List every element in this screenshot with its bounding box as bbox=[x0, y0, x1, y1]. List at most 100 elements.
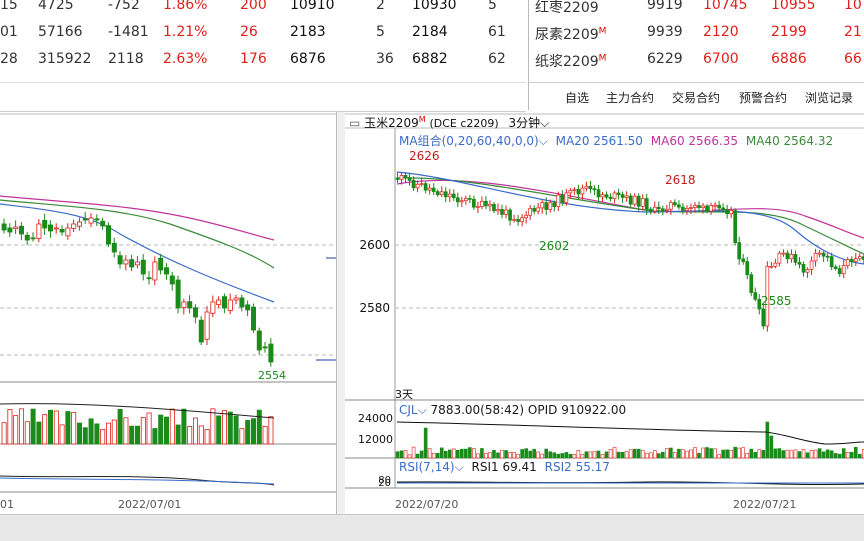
quote-cell-c0[interactable]: 28 bbox=[0, 51, 18, 67]
candle-body bbox=[782, 253, 785, 254]
candle-body bbox=[517, 219, 520, 221]
tab-trading-contract[interactable]: 交易合约 bbox=[672, 89, 720, 106]
volume-bar bbox=[416, 454, 419, 458]
quote-cell-c3[interactable]: 1.86% bbox=[163, 0, 207, 13]
y-tick-label: 24000 bbox=[358, 412, 393, 425]
quote-cell-c0[interactable]: 15 bbox=[0, 0, 18, 13]
chevron-down-icon[interactable]: ⌵ bbox=[539, 134, 548, 148]
contract-flag: M bbox=[419, 115, 426, 124]
tab-main-contract[interactable]: 主力合约 bbox=[606, 89, 654, 106]
quote-cell-v2[interactable]: 6700 bbox=[703, 51, 739, 67]
volume-bar bbox=[228, 412, 232, 444]
quote-cell-v2[interactable]: 2120 bbox=[703, 24, 739, 40]
tab-alert-contract[interactable]: 预警合约 bbox=[739, 89, 787, 106]
quote-cell-c7[interactable]: 10930 bbox=[412, 0, 457, 13]
quote-cell-c0[interactable]: 01 bbox=[0, 24, 18, 40]
candle-body bbox=[649, 209, 652, 211]
volume-bar bbox=[766, 422, 769, 458]
volume-bar bbox=[188, 426, 192, 444]
quote-cell-c5[interactable]: 6876 bbox=[290, 51, 326, 67]
chevron-down-icon[interactable]: ⌵ bbox=[455, 460, 464, 474]
candle-body bbox=[54, 228, 58, 229]
rsi-indicator-name[interactable]: RSI(7,14) bbox=[399, 460, 455, 474]
quote-cell-v1[interactable]: 6229 bbox=[647, 51, 683, 67]
volume-bar bbox=[497, 453, 500, 458]
contract-name[interactable]: 尿素2209M bbox=[535, 24, 606, 44]
volume-bar bbox=[730, 450, 733, 458]
candle-body bbox=[505, 210, 508, 214]
chevron-down-icon[interactable]: ⌵ bbox=[540, 116, 549, 130]
volume-bar bbox=[698, 453, 701, 458]
quote-cell-c6[interactable]: 2 bbox=[376, 0, 385, 13]
quote-cell-c8[interactable]: 62 bbox=[488, 51, 506, 67]
quote-cell-c4[interactable]: 176 bbox=[240, 51, 267, 67]
candle-body bbox=[549, 203, 552, 210]
quote-cell-c5[interactable]: 2183 bbox=[290, 24, 326, 40]
quote-cell-c6[interactable]: 5 bbox=[376, 24, 385, 40]
candle-body bbox=[605, 195, 608, 197]
volume-bar bbox=[408, 455, 411, 458]
quote-cell-v3[interactable]: 2199 bbox=[771, 24, 807, 40]
ma-indicator-name[interactable]: MA组合(0,20,60,40,0,0) bbox=[399, 134, 539, 148]
quote-cell-v4[interactable]: 66 bbox=[844, 51, 862, 67]
quote-cell-c4[interactable]: 26 bbox=[240, 24, 258, 40]
right-kline-chart[interactable]: 26002580240001200080203天2626261826022585… bbox=[345, 112, 864, 514]
volume-bar bbox=[164, 417, 168, 444]
quote-cell-c2[interactable]: -1481 bbox=[108, 24, 149, 40]
volume-bar bbox=[484, 453, 487, 458]
period-selector[interactable]: 3分钟 bbox=[509, 116, 541, 130]
left-kline-panel[interactable]: 2554012022/07/01 bbox=[0, 112, 336, 514]
volume-bar bbox=[60, 425, 64, 444]
quote-cell-c3[interactable]: 2.63% bbox=[163, 51, 207, 67]
quote-cell-v1[interactable]: 9939 bbox=[647, 24, 683, 40]
high-price-label: 2626 bbox=[409, 149, 440, 163]
quote-cell-v2[interactable]: 10745 bbox=[703, 0, 748, 13]
quote-cell-c1[interactable]: 4725 bbox=[38, 0, 74, 13]
chart-menu-icon[interactable]: ▭ bbox=[349, 116, 360, 130]
volume-indicator-name[interactable]: CJL bbox=[399, 403, 418, 417]
quote-cell-c6[interactable]: 36 bbox=[376, 51, 394, 67]
candle-body bbox=[228, 300, 232, 311]
right-kline-panel[interactable]: 26002580240001200080203天2626261826022585… bbox=[345, 112, 864, 514]
quote-cell-c5[interactable]: 10910 bbox=[290, 0, 335, 13]
candle-body bbox=[19, 226, 23, 234]
quote-cell-v3[interactable]: 10955 bbox=[771, 0, 816, 13]
candle-body bbox=[234, 298, 238, 300]
volume-bar bbox=[782, 451, 785, 458]
quote-cell-c1[interactable]: 57166 bbox=[38, 24, 83, 40]
quote-cell-v4[interactable]: 107 bbox=[844, 0, 864, 13]
tab-browse-history[interactable]: 浏览记录 bbox=[805, 89, 853, 106]
quote-cell-c1[interactable]: 315922 bbox=[38, 51, 91, 67]
candle-body bbox=[738, 243, 741, 259]
chart-title-bar: ▭ 玉米2209M (DCE c2209) 3分钟⌵ bbox=[349, 114, 549, 131]
candle-body bbox=[633, 196, 636, 204]
volume-bar bbox=[440, 448, 443, 458]
left-kline-chart[interactable]: 2554012022/07/01 bbox=[0, 112, 336, 514]
quote-cell-v3[interactable]: 6886 bbox=[771, 51, 807, 67]
tab-self-selected[interactable]: 自选 bbox=[565, 89, 589, 106]
volume-bar bbox=[193, 418, 197, 444]
quote-cell-c4[interactable]: 200 bbox=[240, 0, 267, 13]
quote-cell-c8[interactable]: 5 bbox=[488, 0, 497, 13]
quote-cell-c2[interactable]: 2118 bbox=[108, 51, 144, 67]
quote-cell-c2[interactable]: -752 bbox=[108, 0, 140, 13]
contract-name[interactable]: 红枣2209 bbox=[535, 0, 599, 17]
candle-body bbox=[188, 302, 192, 308]
quote-cell-c7[interactable]: 2184 bbox=[412, 24, 448, 40]
volume-bar bbox=[669, 448, 672, 458]
volume-bar bbox=[585, 452, 588, 458]
quote-cell-c8[interactable]: 61 bbox=[488, 24, 506, 40]
volume-bar bbox=[54, 411, 58, 444]
candle-body bbox=[609, 197, 612, 198]
volume-bar bbox=[806, 453, 809, 458]
volume-bar bbox=[182, 409, 186, 444]
contract-title[interactable]: 玉米2209 bbox=[364, 116, 419, 130]
chevron-down-icon[interactable]: ⌵ bbox=[418, 403, 427, 417]
quote-cell-c7[interactable]: 6882 bbox=[412, 51, 448, 67]
quote-cell-v1[interactable]: 9919 bbox=[647, 0, 683, 13]
contract-name[interactable]: 纸浆2209M bbox=[535, 51, 606, 71]
quote-cell-v4[interactable]: 21 bbox=[844, 24, 862, 40]
candle-body bbox=[786, 253, 789, 259]
candle-body bbox=[806, 269, 809, 272]
quote-cell-c3[interactable]: 1.21% bbox=[163, 24, 207, 40]
